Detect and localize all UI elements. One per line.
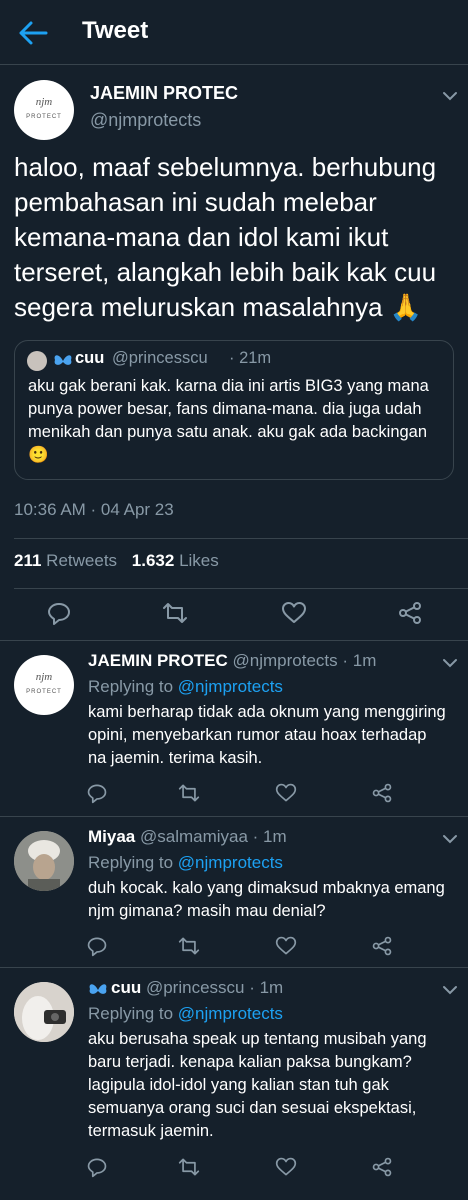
- avatar[interactable]: njm PROTECT: [14, 655, 74, 715]
- reply-icon[interactable]: [46, 600, 72, 626]
- share-icon[interactable]: [371, 935, 393, 957]
- reply-timestamp: · 1m: [342, 651, 377, 670]
- quoted-tweet[interactable]: cuu @princesscu · 21m aku gak berani kak…: [14, 340, 454, 480]
- quoted-timestamp: · 21m: [229, 349, 272, 367]
- author-handle[interactable]: @njmprotects: [90, 110, 201, 131]
- reply-timestamp: · 1m: [252, 827, 287, 846]
- reply-icon[interactable]: [86, 1156, 108, 1178]
- avatar[interactable]: [14, 982, 74, 1042]
- reply-header: JAEMIN PROTEC @njmprotects · 1m: [88, 651, 376, 671]
- tweet-timestamp: 10:36 AM · 04 Apr 23: [14, 500, 174, 519]
- reply-tweet[interactable]: cuu @princesscu · 1m Replying to @njmpro…: [0, 968, 468, 1200]
- replying-to-label: Replying to: [88, 853, 174, 872]
- quoted-author-handle: @princesscu: [112, 349, 208, 367]
- avatar-logo-subtext: PROTECT: [26, 114, 62, 120]
- profile-photo-icon: [14, 831, 74, 891]
- quoted-author-name: cuu: [75, 349, 105, 367]
- author-handle[interactable]: @princesscu: [146, 978, 245, 997]
- avatar[interactable]: [14, 831, 74, 891]
- retweets-label[interactable]: Retweets: [46, 551, 117, 570]
- avatar-logo-text: njm: [35, 96, 53, 108]
- reply-icon[interactable]: [86, 935, 108, 957]
- back-arrow-icon[interactable]: [16, 18, 50, 48]
- avatar-logo-text: njm: [35, 671, 53, 683]
- replying-to-handle[interactable]: @njmprotects: [178, 1004, 283, 1023]
- author-name[interactable]: cuu: [111, 978, 141, 997]
- like-icon[interactable]: [275, 935, 297, 957]
- reply-text: kami berharap tidak ada oknum yang mengg…: [88, 703, 446, 767]
- replying-to: Replying to @njmprotects: [88, 1004, 283, 1024]
- like-icon[interactable]: [275, 782, 297, 804]
- author-name[interactable]: Miyaa: [88, 827, 135, 846]
- tweet-text: haloo, maaf sebelumnya. berhubung pembah…: [14, 152, 437, 322]
- replying-to: Replying to @njmprotects: [88, 853, 283, 873]
- header-divider: [0, 64, 468, 65]
- like-icon[interactable]: [275, 1156, 297, 1178]
- author-handle[interactable]: @njmprotects: [233, 651, 338, 670]
- replying-to-handle[interactable]: @njmprotects: [178, 853, 283, 872]
- reply-text: aku berusaha speak up tentang musibah ya…: [88, 1030, 427, 1140]
- retweet-icon[interactable]: [178, 782, 200, 804]
- reply-header: Miyaa @salmamiyaa · 1m: [88, 827, 287, 847]
- author-handle[interactable]: @salmamiyaa: [140, 827, 248, 846]
- reply-tweet[interactable]: njm PROTECT JAEMIN PROTEC @njmprotects ·…: [0, 641, 468, 816]
- share-icon[interactable]: [371, 1156, 393, 1178]
- top-bar: Tweet: [0, 0, 468, 64]
- retweet-icon[interactable]: [178, 1156, 200, 1178]
- reply-text: duh kocak. kalo yang dimaksud mbaknya em…: [88, 879, 445, 920]
- reply-tweet[interactable]: Miyaa @salmamiyaa · 1m Replying to @njmp…: [0, 817, 468, 967]
- retweet-icon[interactable]: [178, 935, 200, 957]
- profile-photo-icon: [14, 982, 74, 1042]
- likes-count[interactable]: 1.632: [132, 551, 175, 570]
- stats-divider-top: [14, 538, 468, 539]
- replying-to-handle[interactable]: @njmprotects: [178, 677, 283, 696]
- quoted-text: aku gak berani kak. karna dia ini artis …: [28, 377, 429, 464]
- chevron-down-icon[interactable]: [441, 90, 459, 102]
- stats-divider-bottom: [14, 588, 468, 589]
- likes-label[interactable]: Likes: [179, 551, 219, 570]
- engagement-stats: 211 Retweets 1.632 Likes: [14, 551, 219, 571]
- avatar-logo-subtext: PROTECT: [26, 689, 62, 695]
- page-title: Tweet: [82, 17, 149, 44]
- replying-to: Replying to @njmprotects: [88, 677, 283, 697]
- author-name[interactable]: JAEMIN PROTEC: [90, 83, 238, 104]
- butterfly-icon: [54, 355, 72, 365]
- reply-icon[interactable]: [86, 782, 108, 804]
- butterfly-icon: [89, 984, 107, 994]
- share-icon[interactable]: [397, 600, 423, 626]
- quoted-avatar: [27, 351, 47, 371]
- like-icon[interactable]: [281, 600, 307, 626]
- replying-to-label: Replying to: [88, 677, 174, 696]
- chevron-down-icon[interactable]: [441, 984, 459, 996]
- author-name[interactable]: JAEMIN PROTEC: [88, 651, 228, 670]
- retweet-icon[interactable]: [162, 600, 188, 626]
- retweets-count[interactable]: 211: [14, 551, 41, 570]
- share-icon[interactable]: [371, 782, 393, 804]
- reply-header: cuu @princesscu · 1m: [111, 978, 283, 998]
- reply-timestamp: · 1m: [249, 978, 284, 997]
- chevron-down-icon[interactable]: [441, 657, 459, 669]
- avatar[interactable]: njm PROTECT: [14, 80, 74, 140]
- replying-to-label: Replying to: [88, 1004, 174, 1023]
- chevron-down-icon[interactable]: [441, 833, 459, 845]
